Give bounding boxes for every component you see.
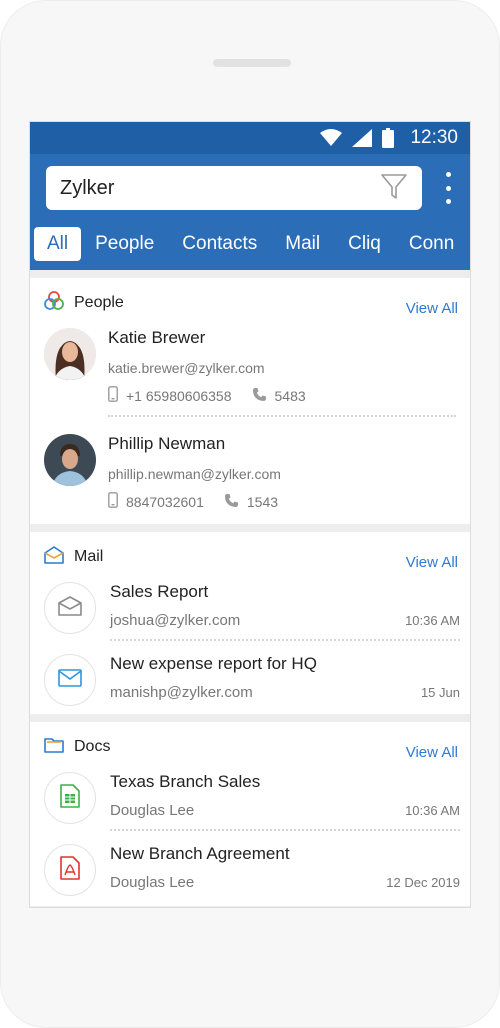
divider (108, 415, 456, 417)
more-options-icon[interactable] (438, 168, 458, 208)
docs-header: Docs View All (30, 722, 470, 772)
mail-time: 15 Jun (420, 685, 460, 700)
doc-meta: Douglas Lee 12 Dec 2019 (110, 874, 460, 891)
extension-text: 5483 (274, 387, 306, 404)
mobile-number[interactable]: +1 65980606358 (108, 386, 232, 405)
mail-sender: joshua@zylker.com (110, 612, 241, 629)
doc-details: New Branch Agreement Douglas Lee 12 Dec … (110, 844, 460, 904)
doc-row[interactable]: Texas Branch Sales Douglas Lee 10:36 AM (30, 772, 470, 844)
search-input[interactable]: Zylker (46, 166, 422, 210)
mobile-number-text: +1 65980606358 (126, 387, 232, 404)
people-view-all-link[interactable]: View All (406, 300, 458, 317)
divider (110, 639, 460, 641)
app-bar: Zylker All People Contacts Mail Cliq Con… (30, 154, 470, 270)
extension-number[interactable]: 5483 (252, 387, 306, 405)
mail-view-all-link[interactable]: View All (406, 554, 458, 571)
person-email[interactable]: phillip.newman@zylker.com (108, 466, 456, 482)
mail-section-icon (44, 545, 64, 569)
battery-icon (382, 128, 395, 148)
person-phones: +1 65980606358 5483 (108, 386, 456, 405)
tab-cliq[interactable]: Cliq (334, 227, 395, 261)
doc-time: 12 Dec 2019 (386, 875, 460, 890)
tab-contacts[interactable]: Contacts (168, 227, 271, 261)
person-row[interactable]: Phillip Newman phillip.newman@zylker.com… (30, 434, 470, 526)
envelope-open-icon (58, 595, 82, 621)
mail-time: 10:36 AM (405, 613, 460, 628)
filter-icon[interactable] (380, 172, 408, 205)
divider (110, 829, 460, 831)
people-section: People View All Katie Brewer katie.brewe… (30, 278, 470, 524)
mail-header: Mail View All (30, 532, 470, 582)
avatar (44, 434, 96, 486)
mail-meta: manishp@zylker.com 15 Jun (110, 684, 460, 701)
person-name: Phillip Newman (108, 434, 226, 453)
tab-connect[interactable]: Conn (395, 227, 468, 261)
signal-icon (352, 129, 373, 147)
wifi-icon (320, 129, 343, 147)
app-screen: 12:30 Zylker All People Contacts Mail Cl… (29, 121, 471, 908)
phone-frame: 12:30 Zylker All People Contacts Mail Cl… (0, 0, 500, 1028)
mail-details: Sales Report joshua@zylker.com 10:36 AM (110, 582, 460, 654)
extension-text: 1543 (246, 493, 279, 510)
doc-name: New Branch Agreement (110, 844, 290, 863)
mail-row[interactable]: New expense report for HQ manishp@zylker… (30, 654, 470, 714)
person-details: Katie Brewer katie.brewer@zylker.com +1 … (108, 328, 456, 420)
pdf-icon (60, 855, 80, 885)
phone-speaker (213, 59, 291, 67)
docs-section: Docs View All Texas Branch Sales Douglas… (30, 722, 470, 906)
mail-section: Mail View All Sales Report joshua@zylker… (30, 532, 470, 714)
doc-row[interactable]: New Branch Agreement Douglas Lee 12 Dec … (30, 844, 470, 904)
mail-details: New expense report for HQ manishp@zylker… (110, 654, 460, 714)
envelope-icon (58, 668, 82, 692)
doc-avatar (44, 844, 96, 896)
people-title: People (74, 294, 124, 311)
tab-mail[interactable]: Mail (271, 227, 334, 261)
mail-subject: Sales Report (110, 582, 209, 601)
spreadsheet-icon (60, 783, 80, 813)
folder-icon (44, 737, 64, 758)
mail-row[interactable]: Sales Report joshua@zylker.com 10:36 AM (30, 582, 470, 654)
mobile-number-text: 8847032601 (126, 493, 204, 510)
mail-subject: New expense report for HQ (110, 654, 317, 673)
docs-view-all-link[interactable]: View All (406, 744, 458, 761)
doc-details: Texas Branch Sales Douglas Lee 10:36 AM (110, 772, 460, 844)
mobile-phone-icon (108, 492, 118, 511)
tab-people[interactable]: People (81, 227, 168, 261)
person-name: Katie Brewer (108, 328, 206, 347)
person-details: Phillip Newman phillip.newman@zylker.com… (108, 434, 456, 526)
mail-sender: manishp@zylker.com (110, 684, 253, 701)
avatar (44, 328, 96, 380)
status-bar: 12:30 (30, 122, 470, 154)
doc-time: 10:36 AM (405, 803, 460, 818)
person-phones: 8847032601 1543 (108, 492, 456, 511)
phone-icon (252, 387, 267, 405)
doc-name: Texas Branch Sales (110, 772, 261, 791)
mail-meta: joshua@zylker.com 10:36 AM (110, 612, 460, 629)
mail-title: Mail (74, 548, 104, 565)
mobile-phone-icon (108, 386, 118, 405)
doc-meta: Douglas Lee 10:36 AM (110, 802, 460, 819)
doc-owner: Douglas Lee (110, 802, 195, 819)
mail-avatar (44, 654, 96, 706)
mobile-number[interactable]: 8847032601 (108, 492, 204, 511)
doc-avatar (44, 772, 96, 824)
search-query[interactable]: Zylker (60, 177, 380, 200)
status-time: 12:30 (410, 127, 458, 148)
person-row[interactable]: Katie Brewer katie.brewer@zylker.com +1 … (30, 328, 470, 420)
mail-avatar (44, 582, 96, 634)
phone-icon (224, 493, 239, 511)
docs-title: Docs (74, 738, 111, 755)
extension-number[interactable]: 1543 (224, 493, 278, 511)
person-email[interactable]: katie.brewer@zylker.com (108, 360, 456, 376)
tab-all[interactable]: All (34, 227, 82, 261)
people-header: People View All (30, 278, 470, 328)
doc-owner: Douglas Lee (110, 874, 195, 891)
people-icon (44, 290, 64, 316)
category-tabs: All People Contacts Mail Cliq Conn (34, 226, 470, 262)
